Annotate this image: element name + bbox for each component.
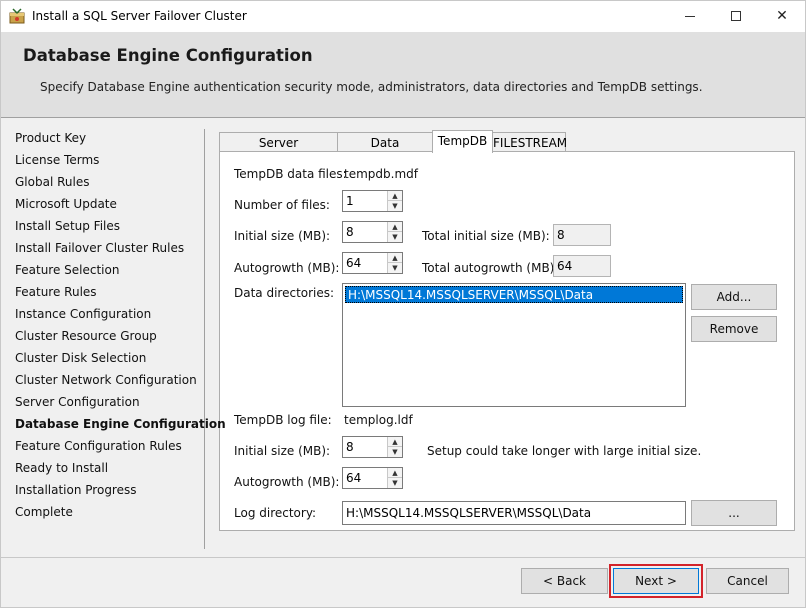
minimize-button[interactable]: [667, 1, 713, 32]
chevron-up-icon[interactable]: ▲: [388, 191, 402, 201]
log-autogrowth-label: Autogrowth (MB):: [234, 475, 340, 489]
sidebar-item-ready-to-install[interactable]: Ready to Install: [15, 461, 108, 475]
sidebar-item-cluster-disk-selection[interactable]: Cluster Disk Selection: [15, 351, 146, 365]
sidebar-item-feature-selection[interactable]: Feature Selection: [15, 263, 119, 277]
log-autogrowth-value: 64: [346, 471, 362, 485]
sidebar-item-license-terms[interactable]: License Terms: [15, 153, 99, 167]
tab-tempdb[interactable]: TempDB: [432, 130, 493, 153]
data-files-label: TempDB data files:: [234, 167, 347, 181]
close-button[interactable]: ✕: [759, 1, 805, 32]
total-autogrowth-value: 64: [557, 259, 573, 273]
stepper-arrows: ▲ ▼: [387, 468, 402, 488]
data-directories-list[interactable]: H:\MSSQL14.MSSQLSERVER\MSSQL\Data: [342, 283, 686, 407]
sidebar-item-cluster-network-configuration[interactable]: Cluster Network Configuration: [15, 373, 197, 387]
list-item[interactable]: H:\MSSQL14.MSSQLSERVER\MSSQL\Data: [345, 286, 683, 303]
page-title: Database Engine Configuration: [23, 46, 313, 65]
window-title: Install a SQL Server Failover Cluster: [32, 9, 247, 23]
autogrowth-value: 64: [346, 256, 362, 270]
chevron-down-icon[interactable]: ▼: [388, 232, 402, 242]
page-header: Database Engine Configuration Specify Da…: [1, 32, 805, 118]
sql-setup-app-icon: [9, 8, 25, 24]
stepper-arrows: ▲ ▼: [387, 191, 402, 211]
total-autogrowth-field: 64: [553, 255, 611, 277]
data-files-value: tempdb.mdf: [344, 167, 418, 181]
next-button[interactable]: Next >: [609, 564, 703, 598]
log-directory-value: H:\MSSQL14.MSSQLSERVER\MSSQL\Data: [346, 506, 592, 520]
log-directory-label: Log directory:: [234, 506, 317, 520]
log-initial-size-label: Initial size (MB):: [234, 444, 331, 458]
log-directory-input[interactable]: H:\MSSQL14.MSSQLSERVER\MSSQL\Data: [342, 501, 686, 525]
autogrowth-label: Autogrowth (MB):: [234, 261, 340, 275]
chevron-down-icon[interactable]: ▼: [388, 478, 402, 488]
sidebar-item-cluster-resource-group[interactable]: Cluster Resource Group: [15, 329, 157, 343]
sidebar-item-install-failover-cluster-rules[interactable]: Install Failover Cluster Rules: [15, 241, 184, 255]
stepper-arrows: ▲ ▼: [387, 437, 402, 457]
sidebar-item-product-key[interactable]: Product Key: [15, 131, 86, 145]
log-file-value: templog.ldf: [344, 413, 413, 427]
chevron-down-icon[interactable]: ▼: [388, 447, 402, 457]
maximize-icon: [731, 11, 741, 21]
log-initial-size-value: 8: [346, 440, 354, 454]
initial-size-label: Initial size (MB):: [234, 229, 331, 243]
stepper-arrows: ▲ ▼: [387, 253, 402, 273]
sidebar-item-complete[interactable]: Complete: [15, 505, 73, 519]
chevron-up-icon[interactable]: ▲: [388, 468, 402, 478]
total-initial-size-label: Total initial size (MB):: [422, 229, 550, 243]
minimize-icon: [685, 15, 695, 17]
log-file-label: TempDB log file:: [234, 413, 332, 427]
title-bar: Install a SQL Server Failover Cluster ✕: [1, 1, 805, 32]
browse-log-directory-button[interactable]: ...: [691, 500, 777, 526]
total-initial-size-field: 8: [553, 224, 611, 246]
sidebar-item-server-configuration[interactable]: Server Configuration: [15, 395, 140, 409]
installer-window: Install a SQL Server Failover Cluster ✕ …: [0, 0, 806, 608]
sidebar-divider: [204, 129, 205, 549]
log-autogrowth-stepper[interactable]: 64 ▲ ▼: [342, 467, 403, 489]
number-of-files-stepper[interactable]: 1 ▲ ▼: [342, 190, 403, 212]
tab-label: FILESTREAM: [493, 136, 568, 150]
page-description: Specify Database Engine authentication s…: [40, 80, 703, 94]
sidebar-item-instance-configuration[interactable]: Instance Configuration: [15, 307, 151, 321]
chevron-down-icon[interactable]: ▼: [388, 263, 402, 273]
tab-label: TempDB: [437, 134, 488, 148]
sidebar-item-feature-rules[interactable]: Feature Rules: [15, 285, 97, 299]
tab-server-configuration[interactable]: Server Configuration: [219, 132, 338, 164]
total-autogrowth-label: Total autogrowth (MB):: [422, 261, 559, 275]
cancel-button[interactable]: Cancel: [706, 568, 789, 594]
sidebar-item-microsoft-update[interactable]: Microsoft Update: [15, 197, 117, 211]
initial-size-stepper[interactable]: 8 ▲ ▼: [342, 221, 403, 243]
maximize-button[interactable]: [713, 1, 759, 32]
total-initial-size-value: 8: [557, 228, 565, 242]
tab-data-directories[interactable]: Data Directories: [337, 132, 433, 164]
footer-divider: [1, 557, 805, 558]
autogrowth-stepper[interactable]: 64 ▲ ▼: [342, 252, 403, 274]
remove-directory-button[interactable]: Remove: [691, 316, 777, 342]
stepper-arrows: ▲ ▼: [387, 222, 402, 242]
sidebar-item-global-rules[interactable]: Global Rules: [15, 175, 89, 189]
sidebar-item-installation-progress[interactable]: Installation Progress: [15, 483, 137, 497]
sidebar-item-install-setup-files[interactable]: Install Setup Files: [15, 219, 120, 233]
back-button[interactable]: < Back: [521, 568, 608, 594]
number-of-files-label: Number of files:: [234, 198, 330, 212]
tab-filestream[interactable]: FILESTREAM: [492, 132, 568, 152]
close-icon: ✕: [776, 8, 788, 24]
number-of-files-value: 1: [346, 194, 354, 208]
chevron-down-icon[interactable]: ▼: [388, 201, 402, 211]
chevron-up-icon[interactable]: ▲: [388, 222, 402, 232]
chevron-up-icon[interactable]: ▲: [388, 253, 402, 263]
data-directories-label: Data directories:: [234, 286, 335, 300]
sidebar-item-feature-configuration-rules[interactable]: Feature Configuration Rules: [15, 439, 182, 453]
add-directory-button[interactable]: Add...: [691, 284, 777, 310]
log-size-warning: Setup could take longer with large initi…: [427, 444, 702, 458]
sidebar-item-database-engine-configuration[interactable]: Database Engine Configuration: [15, 417, 226, 431]
initial-size-value: 8: [346, 225, 354, 239]
chevron-up-icon[interactable]: ▲: [388, 437, 402, 447]
log-initial-size-stepper[interactable]: 8 ▲ ▼: [342, 436, 403, 458]
